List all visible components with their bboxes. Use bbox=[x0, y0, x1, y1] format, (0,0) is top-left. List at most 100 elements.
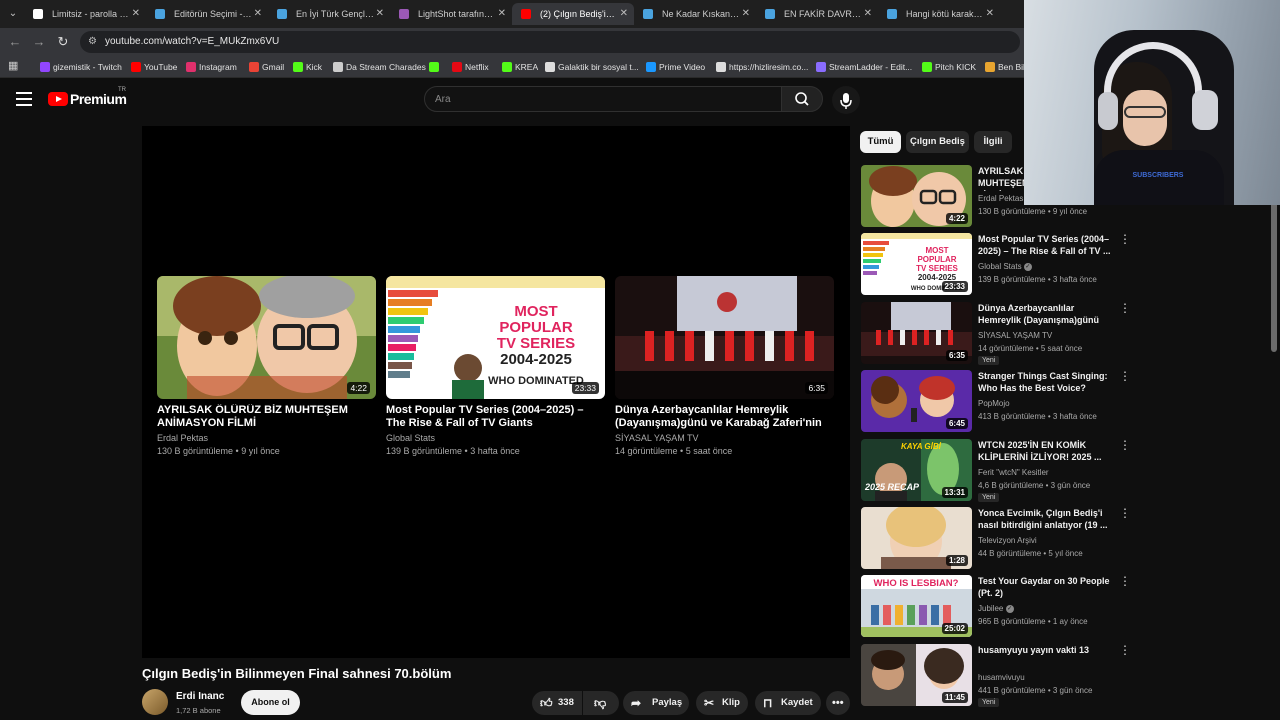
channel-name[interactable]: Televizyon Arşivi bbox=[978, 536, 1037, 545]
like-button[interactable]: 👍︎ 338 bbox=[532, 691, 582, 715]
channel-name[interactable]: Erdi Inanc bbox=[176, 691, 224, 702]
clip-button[interactable]: ✂ Klip bbox=[696, 691, 748, 715]
chip-all[interactable]: Tümü bbox=[860, 131, 901, 153]
browser-tab[interactable]: EN FAKİR DAVRANIŞ✕ bbox=[756, 3, 878, 25]
close-icon[interactable]: ✕ bbox=[620, 3, 628, 25]
bookmark-item[interactable]: Ben Bild bbox=[985, 56, 1030, 78]
recommended-video[interactable]: 6:45 Stranger Things Cast Singing: Who Ha… bbox=[861, 370, 1131, 434]
more-vertical-icon[interactable]: ⋮ bbox=[1119, 507, 1131, 519]
back-icon[interactable]: ← bbox=[6, 33, 24, 51]
menu-icon[interactable] bbox=[16, 92, 32, 106]
browser-tab[interactable]: Hangi kötü karakter ✕ bbox=[878, 3, 1000, 25]
video-title[interactable]: Most Popular TV Series (2004–2025) – The… bbox=[978, 233, 1112, 257]
video-thumbnail[interactable]: 1:28 bbox=[861, 507, 972, 569]
bookmark-item[interactable]: Pitch KICK bbox=[922, 56, 976, 78]
more-vertical-icon[interactable]: ⋮ bbox=[1119, 575, 1131, 587]
browser-tab[interactable]: Ne Kadar Kıskançsın ✕ bbox=[634, 3, 756, 25]
end-screen-title[interactable]: AYRILSAK ÖLÜRÜZ BİZ MUHTEŞEM ANİMASYON F… bbox=[157, 404, 376, 430]
subscribe-button[interactable]: Abone ol bbox=[241, 690, 300, 715]
bookmark-item[interactable]: gizemistik - Twitch bbox=[40, 56, 122, 78]
more-vertical-icon[interactable]: ⋮ bbox=[1119, 370, 1131, 382]
bookmark-item[interactable]: Kick bbox=[293, 56, 322, 78]
browser-tab[interactable]: LightShot tarafından ✕ bbox=[390, 3, 512, 25]
end-screen-channel[interactable]: Erdal Pektas bbox=[157, 433, 376, 443]
video-title[interactable]: Yonca Evcimik, Çılgın Bediş'i nasıl biti… bbox=[978, 507, 1112, 531]
video-player[interactable]: 4:22 AYRILSAK ÖLÜRÜZ BİZ MUHTEŞEM ANİMAS… bbox=[142, 126, 850, 658]
video-thumbnail[interactable]: MOST POPULAR TV SERIES 2004-2025 WHO DOMINAT… bbox=[861, 233, 972, 296]
close-icon[interactable]: ✕ bbox=[254, 3, 262, 25]
channel-name[interactable]: husamvivuyu bbox=[978, 673, 1025, 682]
save-button[interactable]: ⊓ Kaydet bbox=[755, 691, 821, 715]
bookmark-item[interactable]: https://hizliresim.co... bbox=[716, 56, 808, 78]
search-input[interactable]: Ara bbox=[424, 86, 782, 112]
more-vertical-icon[interactable]: ⋮ bbox=[1119, 233, 1131, 245]
recommended-video[interactable]: 6:35 Dünya Azerbaycanlılar Hemreylik (Day… bbox=[861, 301, 1131, 366]
channel-name[interactable]: PopMojo bbox=[978, 399, 1010, 408]
more-vertical-icon[interactable]: ⋮ bbox=[1119, 644, 1131, 656]
share-button[interactable]: ➦ Paylaş bbox=[623, 691, 689, 715]
recommended-video[interactable]: 11:45 husamyuyu yayın vakti 13 husamvivuyu… bbox=[861, 643, 1131, 708]
channel-name[interactable]: Jubilee ✓ bbox=[978, 604, 1014, 613]
recommended-video[interactable]: 2025 RECAP KAYA GİBİ 13:31 WTCN 2025'İN EN … bbox=[861, 438, 1131, 503]
bookmark-item[interactable]: YouTube bbox=[131, 56, 177, 78]
bookmark-item[interactable]: StreamLadder - Edit... bbox=[816, 56, 912, 78]
recommended-video[interactable]: WHO IS LESBIAN? 25:02 Test Your Gaydar on … bbox=[861, 575, 1131, 639]
close-icon[interactable]: ✕ bbox=[986, 3, 994, 25]
bookmark-item[interactable] bbox=[429, 56, 442, 78]
site-info-icon[interactable]: ⚙ bbox=[88, 36, 100, 48]
dislike-button[interactable]: 👎︎ bbox=[583, 691, 619, 715]
bookmark-item[interactable]: KREA bbox=[502, 56, 538, 78]
bookmark-item[interactable]: Netflix bbox=[452, 56, 489, 78]
end-screen-card[interactable]: 4:22 AYRILSAK ÖLÜRÜZ BİZ MUHTEŞEM ANİMAS… bbox=[157, 276, 376, 456]
chip-related[interactable]: İlgili bbox=[974, 131, 1012, 153]
bookmark-item[interactable]: Instagram bbox=[186, 56, 237, 78]
bookmark-item[interactable]: Gmail bbox=[249, 56, 284, 78]
recommended-video[interactable]: 1:28 Yonca Evcimik, Çılgın Bediş'i nasıl … bbox=[861, 507, 1131, 571]
video-title[interactable]: Stranger Things Cast Singing: Who Has th… bbox=[978, 370, 1112, 394]
end-screen-title[interactable]: Dünya Azerbaycanlılar Hemreylik (Dayanış… bbox=[615, 404, 834, 430]
bookmark-item[interactable]: Prime Video bbox=[646, 56, 705, 78]
video-title[interactable]: Dünya Azerbaycanlılar Hemreylik (Dayanış… bbox=[978, 302, 1112, 328]
more-actions-button[interactable]: ••• bbox=[826, 691, 850, 715]
video-title[interactable]: WTCN 2025'İN EN KOMİK KLİPLERİNİ İZLİYOR… bbox=[978, 439, 1112, 463]
recommended-video[interactable]: MOST POPULAR TV SERIES 2004-2025 WHO DOMINAT… bbox=[861, 233, 1131, 297]
browser-tab[interactable]: En İyi Türk Gençlik Di ✕ bbox=[268, 3, 390, 25]
bookmark-item[interactable]: Galaktik bir sosyal t... bbox=[545, 56, 639, 78]
end-screen-card[interactable]: MOST POPULAR TV SERIES 2004-2025 WHO DOM… bbox=[386, 276, 605, 456]
browser-tab[interactable]: (2) Çılgın Bediş'in Bili ✕ bbox=[512, 3, 634, 25]
video-thumbnail[interactable]: 4:22 bbox=[861, 165, 972, 227]
chip-cilgin-bedis[interactable]: Çılgın Bediş bbox=[906, 131, 969, 153]
video-thumbnail[interactable]: WHO IS LESBIAN? 25:02 bbox=[861, 575, 972, 638]
close-icon[interactable]: ✕ bbox=[376, 3, 384, 25]
channel-avatar[interactable] bbox=[142, 689, 168, 715]
end-screen-channel[interactable]: Global Stats bbox=[386, 433, 605, 443]
video-title[interactable]: husamyuyu yayın vakti 13 bbox=[978, 644, 1112, 656]
bookmark-item[interactable]: Da Stream Charades bbox=[333, 56, 426, 78]
close-icon[interactable]: ✕ bbox=[864, 3, 872, 25]
channel-name[interactable]: Erdal Pektas bbox=[978, 194, 1023, 203]
close-icon[interactable]: ✕ bbox=[132, 3, 140, 25]
end-screen-card[interactable]: 6:35 Dünya Azerbaycanlılar Hemreylik (Da… bbox=[615, 276, 834, 456]
address-bar[interactable]: ⚙ youtube.com/watch?v=E_MUkZmx6VU bbox=[80, 31, 1020, 53]
channel-name[interactable]: Ferit "wtcN" Kesitler bbox=[978, 468, 1049, 477]
close-icon[interactable]: ✕ bbox=[742, 3, 750, 25]
channel-name[interactable]: SİYASAL YAŞAM TV bbox=[978, 331, 1052, 340]
end-screen-title[interactable]: Most Popular TV Series (2004–2025) – The… bbox=[386, 404, 605, 430]
end-screen-channel[interactable]: SİYASAL YAŞAM TV bbox=[615, 433, 834, 443]
forward-icon[interactable]: → bbox=[30, 33, 48, 51]
video-thumbnail[interactable]: 6:35 bbox=[861, 301, 972, 364]
video-thumbnail[interactable]: 6:45 bbox=[861, 370, 972, 433]
more-vertical-icon[interactable]: ⋮ bbox=[1119, 302, 1131, 314]
more-vertical-icon[interactable]: ⋮ bbox=[1119, 439, 1131, 451]
tab-search-icon[interactable]: ⌄ bbox=[4, 5, 22, 23]
browser-tab[interactable]: Limitsiz - parolla - Ke ✕ bbox=[24, 3, 146, 25]
browser-tab[interactable]: Editörün Seçimi - Tur ✕ bbox=[146, 3, 268, 25]
close-icon[interactable]: ✕ bbox=[498, 3, 506, 25]
reload-icon[interactable]: ↻ bbox=[54, 33, 72, 51]
search-button[interactable] bbox=[781, 86, 823, 112]
video-thumbnail[interactable]: 11:45 bbox=[861, 643, 972, 706]
channel-name[interactable]: Global Stats ✓ bbox=[978, 262, 1032, 271]
voice-search-button[interactable] bbox=[832, 86, 860, 114]
apps-grid-icon[interactable]: ▦ bbox=[8, 61, 19, 72]
video-thumbnail[interactable]: 2025 RECAP KAYA GİBİ 13:31 bbox=[861, 438, 972, 501]
